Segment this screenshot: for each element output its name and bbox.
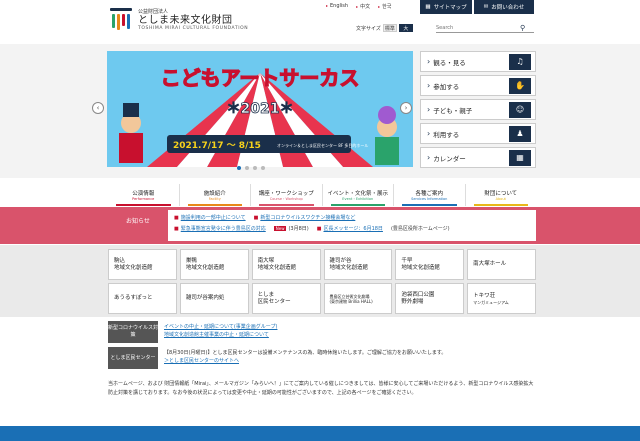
calendar-icon: ▦ — [509, 149, 531, 166]
nav-facility[interactable]: 施設紹介 Facility — [180, 184, 251, 206]
notice-bar: お知らせ ■ 施設利用の一部中止について ■ 新型コロナウイルスワクチン接種会場など… — [0, 207, 640, 244]
carousel-prev-button[interactable]: ‹ — [92, 102, 104, 114]
nav-event[interactable]: イベント・文化祭・展示 Event・Exhibition — [323, 184, 394, 206]
carousel-dot[interactable] — [261, 166, 265, 170]
new-badge: New — [273, 226, 287, 231]
info-tag: 新型コロナウイルス対策 — [108, 321, 158, 343]
nav-services[interactable]: 各種ご案内 Services Information — [394, 184, 466, 206]
hand-icon: ✋ — [509, 77, 531, 94]
site-logo[interactable]: 公益財団法人 としま未来文化財団 TOSHIMA MIRAI CULTURAL … — [108, 6, 248, 32]
chevron-left-icon: ‹ — [96, 104, 100, 112]
center-item[interactable]: あうるすぽっと — [108, 283, 177, 314]
hero-dates: 2021.7/17 ～ 8/15 — [173, 141, 261, 151]
logo-mark-icon — [108, 6, 134, 32]
lang-korean[interactable]: 한국 — [378, 3, 391, 10]
search-icon[interactable]: ⚲ — [520, 24, 525, 32]
notice-link[interactable]: 施設利用の一部中止について — [181, 215, 246, 221]
font-size-switcher: 文字サイズ 標準 大 — [356, 24, 413, 32]
center-item[interactable]: 南大塚 地域文化創造館 — [251, 249, 321, 280]
font-big-button[interactable]: 大 — [398, 24, 413, 32]
carousel-dots — [237, 166, 265, 170]
stage-icon: ♫ — [509, 53, 531, 70]
center-item[interactable]: 南大塚ホール — [467, 249, 536, 280]
notice-label: お知らせ — [108, 210, 168, 241]
side-item-watch[interactable]: 観る・見る ♫ — [420, 51, 536, 72]
hero-title: こどもアートサーカス — [161, 66, 360, 90]
info-link[interactable]: ＞としま区民センターのサイトへ — [164, 357, 446, 365]
contact-button[interactable]: ✉ お問い合わせ — [474, 0, 534, 14]
hero-banner[interactable]: こどもアートサーカス ＊2021＊ 2021.7/17 ～ 8/15 オンライン… — [107, 51, 413, 167]
notice-box: ■ 施設利用の一部中止について ■ 新型コロナウイルスワクチン接種会場など ■ 緊急事… — [168, 210, 536, 241]
sitemap-button[interactable]: ▦ サイトマップ — [420, 0, 472, 14]
notice-link[interactable]: 新型コロナウイルスワクチン接種会場など — [260, 215, 355, 221]
center-item[interactable]: 豊島区立芸術文化劇場 (東京建物 Brillia HALL) — [323, 283, 393, 314]
hero-sub: オンライン＆としま区民センター 8F 多目的ホール — [277, 142, 368, 148]
center-item[interactable]: 雑司が谷 地域文化創造館 — [323, 249, 393, 280]
mail-icon: ✉ — [483, 4, 489, 10]
center-item[interactable]: 巣鴨 地域文化創造館 — [179, 249, 249, 280]
center-item[interactable]: トキワ荘 マンガミュージアム — [467, 283, 536, 314]
search-input[interactable] — [436, 24, 520, 31]
side-item-join[interactable]: 参加する ✋ — [420, 75, 536, 96]
footnote-text: 当ホームページ、および 財団情報紙「Mirai」、メールマガジン「みらいへ！」に… — [108, 381, 534, 396]
hero-section: こどもアートサーカス ＊2021＊ 2021.7/17 ～ 8/15 オンライン… — [0, 44, 640, 178]
info-text: 【8月30日(月曜日)】としま区民センターは設備メンテナンスの為、臨時休館いたし… — [164, 350, 447, 356]
centers-section: 駒込 地域文化創造館 巣鴨 地域文化創造館 南大塚 地域文化創造館 雑司が谷 地域文化創… — [0, 245, 640, 317]
info-tag: としま区民センター — [108, 347, 158, 369]
org-name: としま未来文化財団 — [138, 14, 233, 26]
side-item-calendar[interactable]: カレンダー ▦ — [420, 147, 536, 168]
info-link[interactable]: イベントの中止・延期について(事業企画グループ) — [164, 323, 277, 331]
sitemap-icon: ▦ — [425, 4, 431, 10]
nav-course[interactable]: 講座・ワークショップ Course・Workshop — [251, 184, 323, 206]
center-item[interactable]: としま 区民センター — [251, 283, 321, 314]
lang-english[interactable]: English — [326, 3, 348, 10]
nav-about[interactable]: 財団について About — [466, 184, 537, 206]
org-en: TOSHIMA MIRAI CULTURAL FOUNDATION — [138, 25, 249, 31]
nav-performance[interactable]: 公演情報 Performance — [108, 184, 180, 206]
center-item[interactable]: 千早 地域文化創造館 — [395, 249, 465, 280]
font-size-label: 文字サイズ — [356, 25, 381, 32]
bottom-bar — [0, 426, 640, 441]
carousel-dot[interactable] — [253, 166, 257, 170]
side-menu: 観る・見る ♫ 参加する ✋ 子ども・親子 ☺ 利用する ♟ カレンダー ▦ — [420, 51, 536, 168]
center-item[interactable]: 池袋西口公園 野外劇場 — [395, 283, 465, 314]
chevron-right-icon: › — [404, 104, 408, 112]
info-link[interactable]: 地域文化創造館主催事業の中止・延期について — [164, 331, 277, 339]
notice-link[interactable]: 緊急事態宣言発令に伴う豊島区の対応 — [181, 226, 266, 232]
lang-chinese[interactable]: 中文 — [356, 3, 370, 10]
side-item-kids[interactable]: 子ども・親子 ☺ — [420, 99, 536, 120]
font-std-button[interactable]: 標準 — [382, 24, 397, 32]
hero-year: ＊2021＊ — [227, 101, 294, 117]
site-header: 公益財団法人 としま未来文化財団 TOSHIMA MIRAI CULTURAL … — [0, 0, 640, 42]
carousel-next-button[interactable]: › — [400, 102, 412, 114]
carousel-dot[interactable] — [245, 166, 249, 170]
info-row: 新型コロナウイルス対策 イベントの中止・延期について(事業企画グループ) 地域文… — [108, 321, 536, 343]
info-section: 新型コロナウイルス対策 イベントの中止・延期について(事業企画グループ) 地域文… — [108, 321, 536, 373]
carousel-dot[interactable] — [237, 166, 241, 170]
global-nav: 公演情報 Performance 施設紹介 Facility 講座・ワークショッ… — [108, 184, 536, 206]
people-icon: ♟ — [509, 125, 531, 142]
notice-link[interactable]: 区長メッセージ：6月18日 — [323, 226, 382, 232]
info-row: としま区民センター 【8月30日(月曜日)】としま区民センターは設備メンテナンス… — [108, 347, 536, 369]
org-sub: 公益財団法人 — [138, 8, 169, 15]
language-links: English 中文 한국 — [326, 3, 391, 10]
search-box: ⚲ — [436, 23, 534, 33]
center-item[interactable]: 雑司が谷案内処 — [179, 283, 249, 314]
center-item[interactable]: 駒込 地域文化創造館 — [108, 249, 177, 280]
circus-illustration: こどもアートサーカス ＊2021＊ 2021.7/17 ～ 8/15 オンライン… — [107, 51, 413, 167]
centers-grid: 駒込 地域文化創造館 巣鴨 地域文化創造館 南大塚 地域文化創造館 雑司が谷 地域文化創… — [108, 249, 536, 314]
family-icon: ☺ — [509, 101, 531, 118]
side-item-use[interactable]: 利用する ♟ — [420, 123, 536, 144]
